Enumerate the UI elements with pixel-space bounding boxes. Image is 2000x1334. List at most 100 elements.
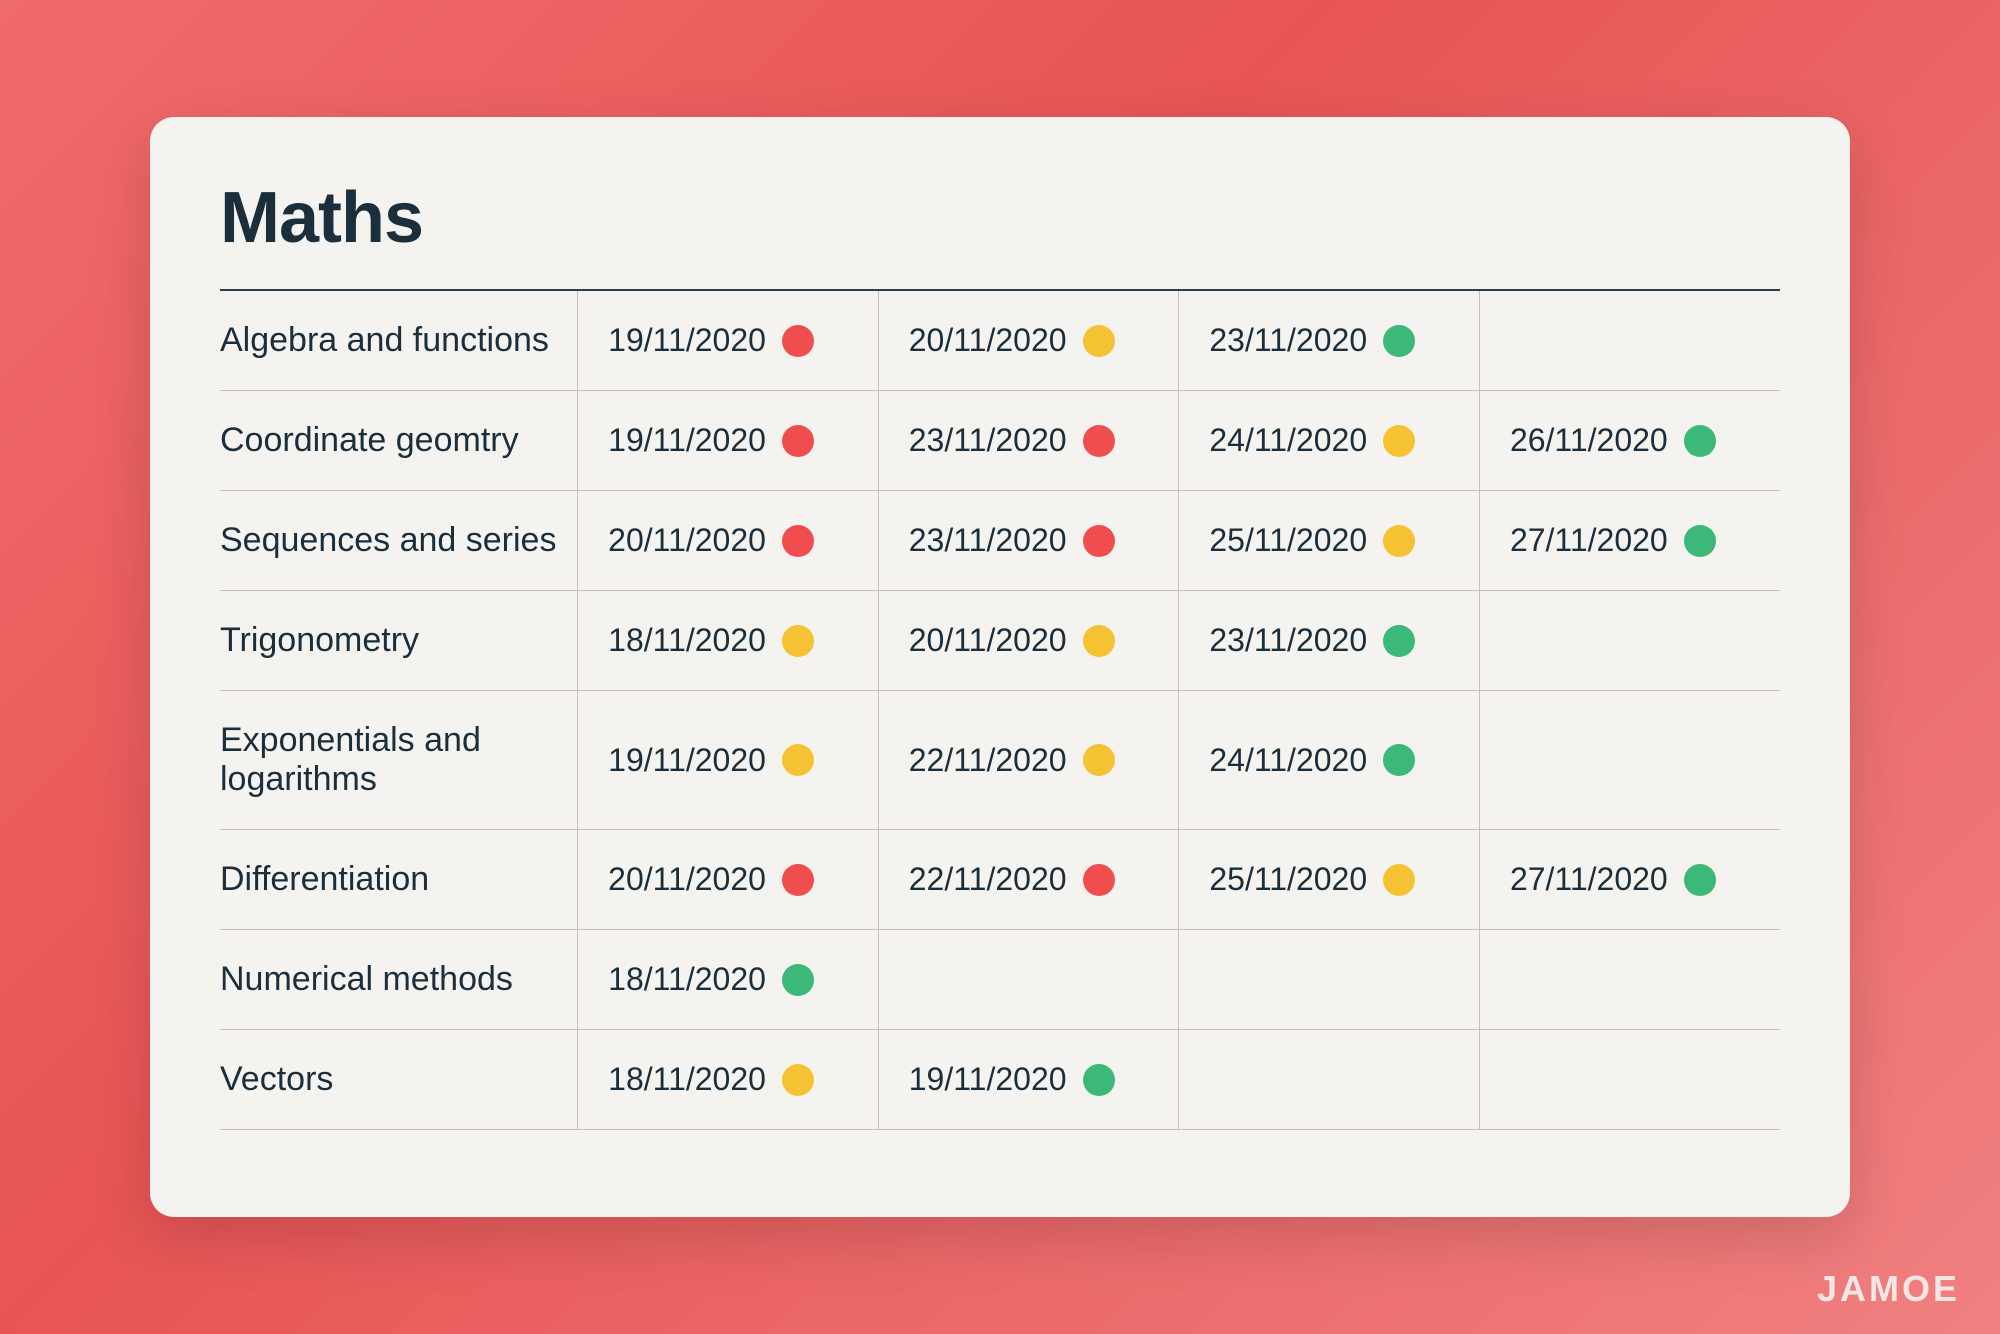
date-cell: 20/11/2020: [578, 830, 879, 930]
date-text: 23/11/2020: [909, 522, 1067, 559]
date-text: 19/11/2020: [909, 1061, 1067, 1098]
date-cell: 24/11/2020: [1179, 691, 1480, 830]
date-cell: [1479, 291, 1780, 391]
green-dot: [1383, 744, 1415, 776]
table-row: Algebra and functions 19/11/2020 20/11/202…: [220, 291, 1780, 391]
date-cell: 20/11/2020: [578, 491, 879, 591]
date-cell: 18/11/2020: [578, 930, 879, 1030]
date-text: 18/11/2020: [608, 1061, 766, 1098]
date-cell: 23/11/2020: [1179, 591, 1480, 691]
date-cell: 24/11/2020: [1179, 391, 1480, 491]
date-cell: 23/11/2020: [878, 491, 1179, 591]
date-cell: [1479, 691, 1780, 830]
table-row: Differentiation 20/11/2020 22/11/2020 25/11…: [220, 830, 1780, 930]
yellow-dot: [1083, 625, 1115, 657]
date-text: 20/11/2020: [909, 322, 1067, 359]
topic-cell: Trigonometry: [220, 591, 578, 691]
date-cell: 27/11/2020: [1479, 830, 1780, 930]
date-cell: 26/11/2020: [1479, 391, 1780, 491]
date-cell: [1179, 930, 1480, 1030]
yellow-dot: [1083, 325, 1115, 357]
date-text: 25/11/2020: [1209, 522, 1367, 559]
yellow-dot: [1083, 744, 1115, 776]
date-text: 23/11/2020: [1209, 622, 1367, 659]
date-cell: 20/11/2020: [878, 291, 1179, 391]
date-cell: 23/11/2020: [878, 391, 1179, 491]
date-text: 24/11/2020: [1209, 422, 1367, 459]
red-dot: [782, 525, 814, 557]
date-cell: 25/11/2020: [1179, 830, 1480, 930]
green-dot: [1083, 1064, 1115, 1096]
table-row: Coordinate geomtry 19/11/2020 23/11/2020 24…: [220, 391, 1780, 491]
date-cell: [1179, 1030, 1480, 1130]
date-cell: 22/11/2020: [878, 830, 1179, 930]
date-text: 18/11/2020: [608, 622, 766, 659]
date-text: 27/11/2020: [1510, 522, 1668, 559]
date-cell: 27/11/2020: [1479, 491, 1780, 591]
table-row: Numerical methods 18/11/2020: [220, 930, 1780, 1030]
date-text: 25/11/2020: [1209, 861, 1367, 898]
date-text: 20/11/2020: [608, 522, 766, 559]
date-cell: 18/11/2020: [578, 591, 879, 691]
date-text: 22/11/2020: [909, 861, 1067, 898]
topic-cell: Sequences and series: [220, 491, 578, 591]
date-cell: 20/11/2020: [878, 591, 1179, 691]
date-text: 26/11/2020: [1510, 422, 1668, 459]
table-row: Exponentials and logarithms 19/11/2020 22/…: [220, 691, 1780, 830]
red-dot: [782, 425, 814, 457]
date-text: 19/11/2020: [608, 742, 766, 779]
date-cell: [878, 930, 1179, 1030]
green-dot: [1383, 325, 1415, 357]
date-text: 19/11/2020: [608, 422, 766, 459]
date-text: 24/11/2020: [1209, 742, 1367, 779]
green-dot: [1684, 864, 1716, 896]
topic-cell: Differentiation: [220, 830, 578, 930]
red-dot: [782, 325, 814, 357]
topic-cell: Numerical methods: [220, 930, 578, 1030]
date-cell: 19/11/2020: [578, 291, 879, 391]
date-text: 20/11/2020: [909, 622, 1067, 659]
red-dot: [1083, 864, 1115, 896]
date-text: 23/11/2020: [909, 422, 1067, 459]
data-table: Algebra and functions 19/11/2020 20/11/202…: [220, 289, 1780, 1130]
red-dot: [782, 864, 814, 896]
page-title: Maths: [220, 177, 1780, 259]
date-cell: [1479, 1030, 1780, 1130]
date-text: 18/11/2020: [608, 961, 766, 998]
table-row: Vectors 18/11/2020 19/11/2020: [220, 1030, 1780, 1130]
date-cell: 18/11/2020: [578, 1030, 879, 1130]
green-dot: [1383, 625, 1415, 657]
jamoe-logo: JAMOE: [1817, 1268, 1960, 1310]
date-text: 27/11/2020: [1510, 861, 1668, 898]
date-cell: 19/11/2020: [878, 1030, 1179, 1130]
date-cell: 22/11/2020: [878, 691, 1179, 830]
topic-cell: Exponentials and logarithms: [220, 691, 578, 830]
date-text: 19/11/2020: [608, 322, 766, 359]
yellow-dot: [782, 744, 814, 776]
table-row: Trigonometry 18/11/2020 20/11/2020 23/11/20…: [220, 591, 1780, 691]
topic-cell: Vectors: [220, 1030, 578, 1130]
red-dot: [1083, 425, 1115, 457]
yellow-dot: [1383, 864, 1415, 896]
date-text: 22/11/2020: [909, 742, 1067, 779]
yellow-dot: [1383, 425, 1415, 457]
topic-cell: Coordinate geomtry: [220, 391, 578, 491]
date-cell: 19/11/2020: [578, 391, 879, 491]
date-cell: 19/11/2020: [578, 691, 879, 830]
date-text: 23/11/2020: [1209, 322, 1367, 359]
green-dot: [1684, 425, 1716, 457]
green-dot: [782, 964, 814, 996]
red-dot: [1083, 525, 1115, 557]
yellow-dot: [1383, 525, 1415, 557]
date-cell: [1479, 591, 1780, 691]
green-dot: [1684, 525, 1716, 557]
main-card: Maths Algebra and functions 19/11/2020 20/…: [150, 117, 1850, 1217]
topic-cell: Algebra and functions: [220, 291, 578, 391]
date-cell: [1479, 930, 1780, 1030]
yellow-dot: [782, 1064, 814, 1096]
date-cell: 25/11/2020: [1179, 491, 1480, 591]
table-row: Sequences and series 20/11/2020 23/11/2020…: [220, 491, 1780, 591]
date-text: 20/11/2020: [608, 861, 766, 898]
date-cell: 23/11/2020: [1179, 291, 1480, 391]
yellow-dot: [782, 625, 814, 657]
